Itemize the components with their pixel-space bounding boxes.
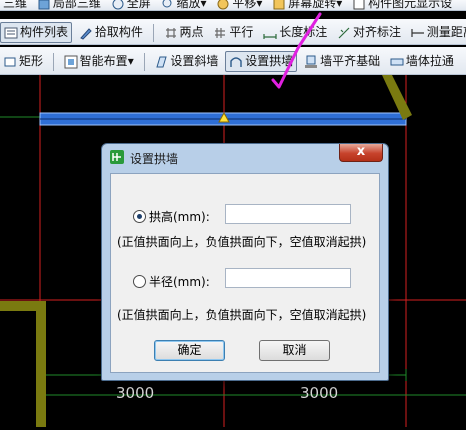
app-icon bbox=[110, 150, 124, 164]
arch-height-hint: (正值拱面向上，负值拱面向下，空值取消起拱) bbox=[117, 235, 367, 249]
dialog-title: 设置拱墙 bbox=[130, 152, 179, 166]
dialog-body: 拱高(mm): (正值拱面向上，负值拱面向下，空值取消起拱) 半径(mm): (… bbox=[110, 173, 380, 373]
ok-button[interactable]: 确定 bbox=[154, 340, 225, 361]
arch-height-label: 拱高(mm): bbox=[149, 210, 210, 224]
cancel-button[interactable]: 取消 bbox=[259, 340, 330, 361]
arch-height-input[interactable] bbox=[225, 204, 351, 224]
arch-height-radio[interactable] bbox=[133, 210, 146, 223]
arch-wall-dialog: 设置拱墙 x 拱高(mm): (正值拱面向上，负值拱面向下，空值取消起拱) 半径… bbox=[101, 143, 389, 381]
radius-hint: (正值拱面向上，负值拱面向下，空值取消起拱) bbox=[117, 308, 367, 322]
radius-radio[interactable] bbox=[133, 275, 146, 288]
radius-label: 半径(mm): bbox=[149, 275, 210, 289]
close-button[interactable]: x bbox=[339, 144, 383, 162]
radius-input[interactable] bbox=[225, 268, 351, 288]
